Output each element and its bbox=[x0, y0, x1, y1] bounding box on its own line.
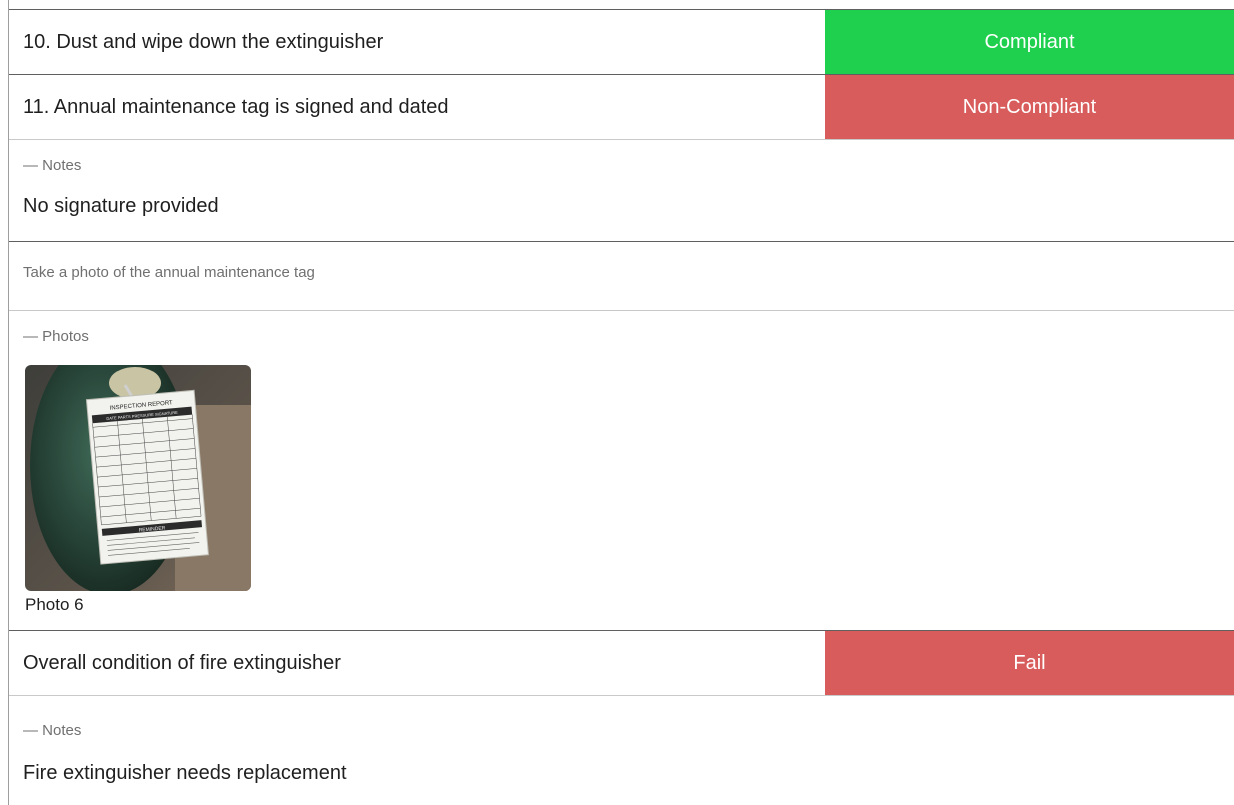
item-label: 10. Dust and wipe down the extinguisher bbox=[23, 30, 384, 53]
notes-label: — Notes bbox=[23, 722, 82, 739]
photos-label: — Photos bbox=[23, 328, 89, 345]
photo-instruction: Take a photo of the annual maintenance t… bbox=[23, 264, 315, 281]
notes-label: — Notes bbox=[23, 157, 82, 174]
notes-content: No signature provided bbox=[9, 195, 1234, 218]
photo-instruction-row: Take a photo of the annual maintenance t… bbox=[9, 264, 1234, 281]
status-non-compliant-button[interactable]: Non-Compliant bbox=[825, 75, 1234, 139]
row-divider bbox=[9, 310, 1234, 311]
item-label: 11. Annual maintenance tag is signed and… bbox=[23, 95, 449, 118]
notes-content: Fire extinguisher needs replacement bbox=[9, 762, 1234, 785]
inspection-report: 10. Dust and wipe down the extinguisher … bbox=[0, 0, 1234, 805]
note-text: No signature provided bbox=[23, 195, 219, 217]
row-divider bbox=[9, 241, 1234, 242]
notes-section: — Notes bbox=[9, 157, 1234, 174]
checklist-item-11: 11. Annual maintenance tag is signed and… bbox=[9, 75, 1234, 139]
photos-section: — Photos bbox=[9, 328, 1234, 345]
maintenance-tag-photo: INSPECTION REPORT DATE PARTS PRESSURE SI… bbox=[25, 365, 251, 591]
overall-condition-row: Overall condition of fire extinguisher F… bbox=[9, 631, 1234, 695]
note-text: Fire extinguisher needs replacement bbox=[23, 762, 347, 784]
checklist-item-10: 10. Dust and wipe down the extinguisher … bbox=[9, 10, 1234, 74]
row-divider bbox=[9, 139, 1234, 140]
row-divider bbox=[9, 695, 1234, 696]
status-fail-button[interactable]: Fail bbox=[825, 631, 1234, 695]
status-compliant-button[interactable]: Compliant bbox=[825, 10, 1234, 74]
overall-label: Overall condition of fire extinguisher bbox=[23, 651, 341, 674]
photo-caption: Photo 6 bbox=[25, 595, 84, 614]
photo-thumbnail[interactable]: INSPECTION REPORT DATE PARTS PRESSURE SI… bbox=[25, 365, 251, 591]
notes-section: — Notes bbox=[9, 722, 1234, 739]
